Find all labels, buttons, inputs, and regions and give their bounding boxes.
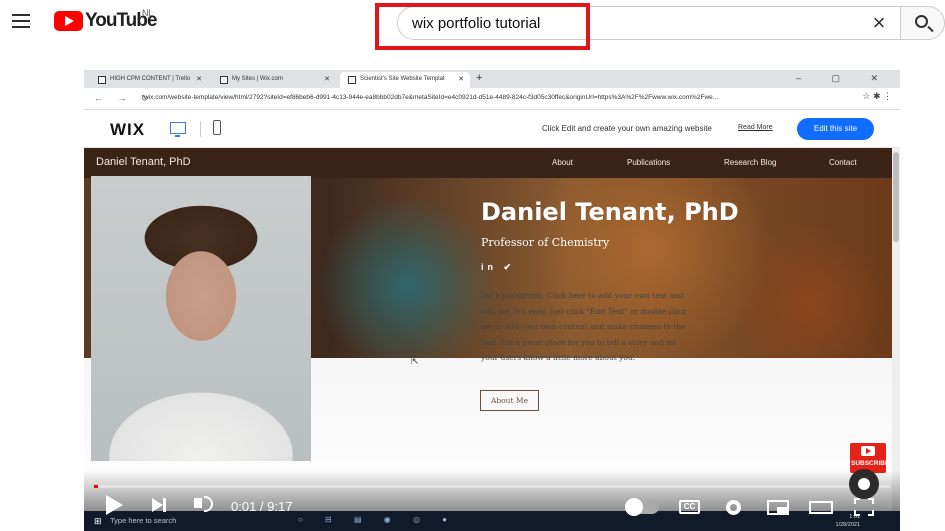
new-tab-icon[interactable]: +	[476, 72, 482, 84]
extensions-icon[interactable]: ☆ ✱ ⋮	[862, 91, 892, 102]
wix-favicon-icon	[348, 76, 356, 84]
browser-tab-active[interactable]: Scientist's Site Website Templat ✕	[340, 72, 470, 88]
bio-paragraph: I'm a paragraph. Click here to add your …	[481, 291, 687, 362]
tab-close-icon[interactable]: ✕	[324, 75, 330, 83]
portrait-photo	[91, 176, 311, 461]
progress-bar[interactable]	[94, 485, 890, 488]
tab-label: Scientist's Site Website Templat	[360, 76, 445, 82]
time-display: 0:01 / 9:17	[231, 499, 293, 514]
site-nav: Daniel Tenant, PhD About Publications Re…	[84, 148, 892, 178]
divider	[200, 121, 201, 137]
country-code: NL	[142, 8, 154, 18]
progress-fill	[94, 485, 98, 488]
nav-contact[interactable]: Contact	[829, 158, 857, 167]
settings-gear-icon[interactable]	[726, 500, 741, 515]
site-name[interactable]: Daniel Tenant, PhD	[96, 156, 191, 168]
clock-date: 1/28/2021	[835, 522, 860, 528]
youtube-header: YouTube NL wix portfolio tutorial ×	[0, 0, 945, 50]
desktop-view-icon[interactable]	[170, 122, 186, 137]
browser-tab[interactable]: My Sites | Wix.com ✕	[212, 72, 336, 88]
read-more-link[interactable]: Read More	[738, 124, 773, 131]
nav-publications[interactable]: Publications	[627, 158, 670, 167]
subscribe-label: SUBSCRIBE	[851, 460, 890, 467]
miniplayer-icon[interactable]	[767, 500, 789, 515]
next-icon[interactable]	[152, 498, 166, 512]
captions-icon[interactable]: CC	[679, 500, 700, 514]
autoplay-toggle[interactable]	[625, 498, 659, 516]
edit-site-button[interactable]: Edit this site	[797, 118, 874, 140]
social-icons[interactable]: in ✔	[481, 262, 515, 273]
search-button[interactable]	[900, 6, 945, 40]
subscribe-watermark[interactable]: SUBSCRIBE	[850, 443, 890, 473]
tab-close-icon[interactable]: ✕	[196, 75, 202, 83]
wix-message: Click Edit and create your own amazing w…	[542, 124, 712, 133]
clear-search-icon[interactable]: ×	[868, 12, 890, 35]
fullscreen-icon[interactable]	[854, 498, 874, 516]
mobile-view-icon[interactable]	[213, 120, 221, 135]
wix-template-bar: WIX Click Edit and create your own amazi…	[84, 110, 900, 148]
trello-favicon-icon	[98, 76, 106, 84]
address-bar[interactable]: ← → ↻ wix.com/website-template/view/html…	[84, 88, 900, 110]
nav-about[interactable]: About	[552, 158, 573, 167]
channel-badge-icon[interactable]	[849, 469, 879, 499]
window-controls[interactable]: – ▢ ✕	[796, 73, 892, 84]
taskbar-app-icons[interactable]: ○ ⊟ ▤ ◉ ◎ ●	[298, 515, 457, 524]
search-icon	[915, 15, 928, 28]
wix-logo: WIX	[110, 120, 146, 139]
tab-label: My Sites | Wix.com	[232, 76, 283, 82]
subscribe-play-icon	[861, 446, 875, 456]
browser-tab[interactable]: HIGH CPM CONTENT | Trello ✕	[90, 72, 208, 88]
volume-icon[interactable]	[194, 496, 213, 512]
mouse-cursor-icon: ⇱	[411, 356, 419, 366]
nav-research-blog[interactable]: Research Blog	[724, 158, 776, 167]
theater-mode-icon[interactable]	[809, 501, 833, 514]
browser-tabstrip: HIGH CPM CONTENT | Trello ✕ My Sites | W…	[84, 70, 900, 88]
youtube-logo[interactable]: YouTube NL	[54, 8, 157, 32]
hero-title: Daniel Tenant, PhD	[481, 198, 739, 226]
taskbar-search[interactable]: Type here to search	[110, 516, 176, 525]
play-icon[interactable]	[106, 495, 123, 515]
menu-icon[interactable]	[12, 14, 30, 28]
tab-label: HIGH CPM CONTENT | Trello	[110, 76, 191, 82]
wix-favicon-icon	[220, 76, 228, 84]
search-highlight-box	[375, 3, 590, 50]
youtube-play-icon	[54, 11, 83, 31]
url-text[interactable]: wix.com/website-template/view/html/2792?…	[144, 94, 834, 101]
hero-subtitle: Professor of Chemistry	[481, 236, 610, 249]
tab-close-icon[interactable]: ✕	[458, 75, 464, 83]
windows-start-icon[interactable]: ⊞	[94, 516, 102, 527]
about-me-button[interactable]: About Me	[480, 390, 539, 411]
